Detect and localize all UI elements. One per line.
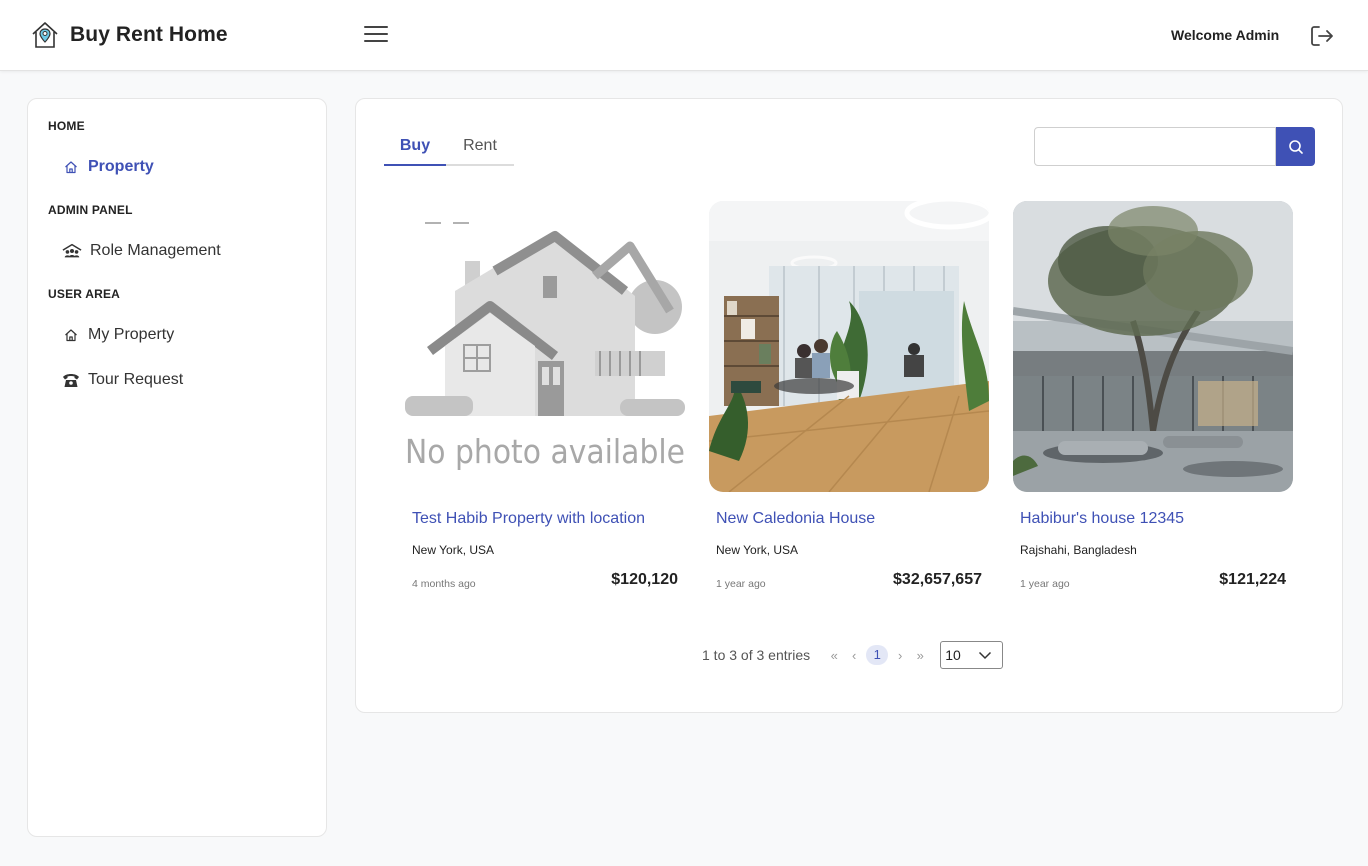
sidebar-item-tour-request[interactable]: Tour Request bbox=[62, 371, 183, 389]
property-location: Rajshahi, Bangladesh bbox=[1020, 543, 1137, 557]
sidebar-item-label: My Property bbox=[88, 326, 175, 343]
phone-icon bbox=[62, 371, 80, 389]
property-time: 1 year ago bbox=[716, 578, 766, 590]
page-size-value: 10 bbox=[945, 647, 961, 663]
brand[interactable]: Buy Rent Home bbox=[30, 20, 228, 50]
page-1-button[interactable]: 1 bbox=[866, 645, 889, 665]
property-card[interactable]: New Caledonia House New York, USA 1 year… bbox=[709, 201, 989, 590]
property-image bbox=[709, 201, 989, 492]
sidebar-item-label: Tour Request bbox=[88, 371, 184, 388]
search-button[interactable] bbox=[1276, 127, 1315, 166]
page-size-select[interactable]: 10 bbox=[940, 641, 1004, 669]
tab-buy[interactable]: Buy bbox=[384, 133, 446, 166]
section-title-admin-panel: ADMIN PANEL bbox=[48, 203, 133, 217]
users-roof-icon bbox=[62, 242, 82, 260]
logout-icon[interactable] bbox=[1309, 24, 1335, 48]
tab-bar: Buy Rent bbox=[384, 133, 514, 166]
chevron-down-icon bbox=[979, 651, 992, 660]
property-card[interactable]: Habibur's house 12345 Rajshahi, Banglade… bbox=[1013, 201, 1293, 590]
sidebar-item-label: Property bbox=[88, 158, 154, 175]
section-title-user-area: USER AREA bbox=[48, 287, 121, 301]
property-image-placeholder: No photo available bbox=[405, 201, 685, 492]
pagination: 1 to 3 of 3 entries « ‹ 1 › » 10 bbox=[702, 641, 1004, 669]
property-panel: Buy Rent No photo available Test Habib P… bbox=[355, 98, 1343, 713]
property-time: 4 months ago bbox=[412, 578, 476, 590]
property-card[interactable]: No photo available Test Habib Property w… bbox=[405, 201, 685, 590]
first-page-button[interactable]: « bbox=[824, 648, 844, 663]
prev-page-button[interactable]: ‹ bbox=[844, 648, 864, 663]
search-input[interactable] bbox=[1034, 127, 1276, 166]
sidebar-item-role-management[interactable]: Role Management bbox=[62, 242, 221, 260]
property-location: New York, USA bbox=[716, 543, 799, 557]
property-price: $32,657,657 bbox=[893, 571, 982, 588]
property-price: $120,120 bbox=[611, 571, 678, 588]
home-icon bbox=[62, 326, 80, 344]
next-page-button[interactable]: › bbox=[890, 648, 910, 663]
no-photo-text: No photo available bbox=[405, 432, 685, 471]
brand-name: Buy Rent Home bbox=[70, 23, 228, 46]
property-image bbox=[1013, 201, 1293, 492]
sidebar-item-property[interactable]: Property bbox=[62, 158, 154, 176]
hamburger-icon[interactable] bbox=[364, 26, 388, 46]
sidebar-item-my-property[interactable]: My Property bbox=[62, 326, 174, 344]
section-title-home: HOME bbox=[48, 119, 85, 133]
top-bar: Buy Rent Home Welcome Admin bbox=[0, 0, 1368, 71]
house-pin-icon bbox=[32, 22, 58, 48]
property-title[interactable]: New Caledonia House bbox=[716, 510, 875, 528]
tab-rent[interactable]: Rent bbox=[446, 133, 514, 164]
search-icon bbox=[1288, 139, 1303, 154]
welcome-text: Welcome Admin bbox=[1171, 27, 1280, 43]
property-title[interactable]: Test Habib Property with location bbox=[412, 510, 645, 528]
property-price: $121,224 bbox=[1219, 571, 1286, 588]
property-title[interactable]: Habibur's house 12345 bbox=[1020, 510, 1184, 528]
last-page-button[interactable]: » bbox=[910, 648, 930, 663]
property-time: 1 year ago bbox=[1020, 578, 1070, 590]
sidebar: HOME Property ADMIN PANEL Role Managemen… bbox=[27, 98, 327, 837]
pagination-info: 1 to 3 of 3 entries bbox=[702, 647, 811, 663]
property-location: New York, USA bbox=[412, 543, 495, 557]
sidebar-item-label: Role Management bbox=[90, 242, 221, 259]
home-icon bbox=[62, 158, 80, 176]
